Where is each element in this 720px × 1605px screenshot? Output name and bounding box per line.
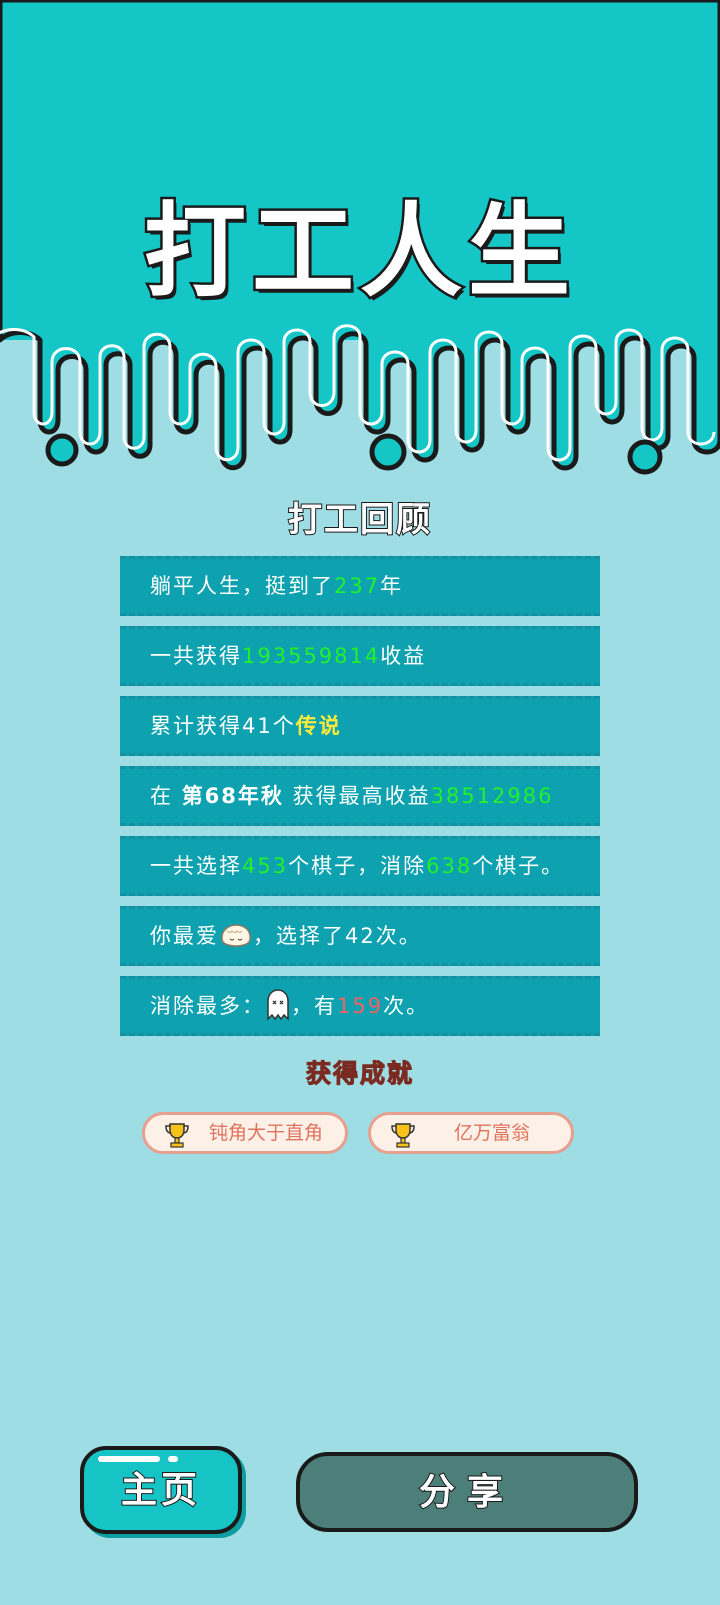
- stat-row-pieces: 一共选择453个棋子，消除638个棋子。: [120, 836, 600, 896]
- share-button[interactable]: 分享: [296, 1452, 638, 1532]
- stat-row-legends: 累计获得41个传说: [120, 696, 600, 756]
- home-button-label: 主页: [120, 1468, 201, 1512]
- years-value: 237: [334, 574, 381, 598]
- trophy-icon: [165, 1123, 189, 1148]
- stat-row-favorite: 你最爱 ，选择了42次。: [120, 906, 600, 966]
- pieces-selected-value: 453: [242, 854, 289, 878]
- trophy-icon: [391, 1123, 415, 1148]
- achievement-label-1: 钝角大于直角: [208, 1122, 323, 1144]
- home-button[interactable]: 主页: [80, 1446, 242, 1534]
- stat-row-total-income: 一共获得193559814收益: [120, 626, 600, 686]
- achievements-title: 获得成就: [305, 1059, 414, 1089]
- best-income-value: 38512986: [430, 784, 554, 808]
- stat-row-best-income: 在 第68年秋 获得最高收益38512986: [120, 766, 600, 826]
- stat-row-years: 躺平人生，挺到了237年: [120, 556, 600, 616]
- legend-label: 传说: [295, 714, 342, 738]
- achievement-badge-1[interactable]: 钝角大于直角: [142, 1112, 348, 1154]
- ghost-icon: [267, 989, 289, 1021]
- best-season: 第68年秋: [181, 784, 284, 808]
- achievement-label-2: 亿万富翁: [453, 1122, 530, 1144]
- dumpling-icon: [221, 924, 251, 947]
- review-title: 打工回顾: [287, 499, 432, 541]
- achievement-badge-2[interactable]: 亿万富翁: [368, 1112, 574, 1154]
- share-button-label: 分享: [418, 1470, 515, 1514]
- total-income-value: 193559814: [242, 644, 381, 668]
- most-removed-count: 159: [337, 994, 384, 1018]
- stat-row-most-removed: 消除最多： ，有159次。: [120, 976, 600, 1036]
- app-title: 打工人生: [142, 191, 576, 315]
- pieces-removed-value: 638: [426, 854, 473, 878]
